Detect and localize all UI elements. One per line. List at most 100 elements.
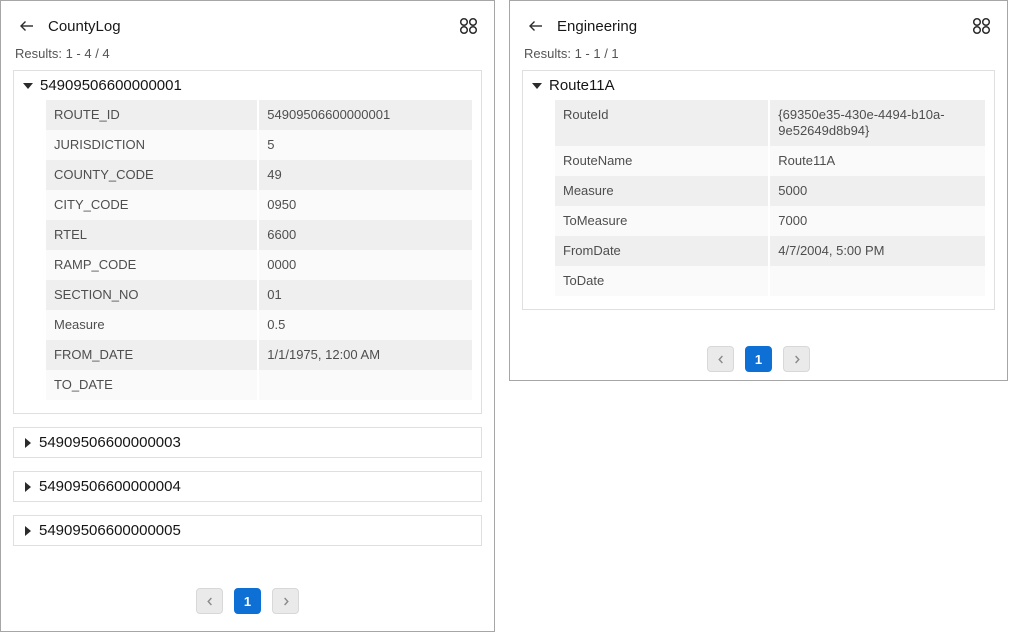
grid-dots-icon xyxy=(459,17,478,35)
panel-header: CountyLog xyxy=(1,1,494,35)
table-row: ToDate xyxy=(555,266,985,296)
feature-card-header[interactable]: 54909506600000003 xyxy=(14,428,481,457)
back-button[interactable] xyxy=(18,18,35,34)
arrow-left-icon xyxy=(527,18,544,34)
field-label: JURISDICTION xyxy=(46,130,257,160)
grid-dots-icon-button[interactable] xyxy=(459,17,478,35)
feature-card-header[interactable]: 54909506600000004 xyxy=(14,472,481,501)
field-label: SECTION_NO xyxy=(46,280,257,310)
field-value: {69350e35-430e-4494-b10a-9e52649d8b94} xyxy=(768,100,985,146)
feature-info-panel-engineering: Engineering Results: 1 - 1 / 1 Route11A … xyxy=(509,0,1008,381)
feature-card-header[interactable]: Route11A xyxy=(523,71,994,100)
field-value: 6600 xyxy=(257,220,472,250)
field-value: 0950 xyxy=(257,190,472,220)
field-label: ROUTE_ID xyxy=(46,100,257,130)
page-title: CountyLog xyxy=(48,18,121,35)
feature-card-expanded: Route11A RouteId{69350e35-430e-4494-b10a… xyxy=(522,70,995,310)
feature-card-collapsed: 54909506600000005 xyxy=(13,515,482,546)
table-row: COUNTY_CODE49 xyxy=(46,160,472,190)
field-label: RTEL xyxy=(46,220,257,250)
panel-header: Engineering xyxy=(510,1,1007,35)
chevron-right-icon xyxy=(281,596,291,607)
caret-right-icon xyxy=(25,438,31,448)
field-value: Route11A xyxy=(768,146,985,176)
table-row: Measure0.5 xyxy=(46,310,472,340)
table-row: RouteId{69350e35-430e-4494-b10a-9e52649d… xyxy=(555,100,985,146)
feature-card-collapsed: 54909506600000004 xyxy=(13,471,482,502)
field-label: FROM_DATE xyxy=(46,340,257,370)
attribute-table: ROUTE_ID54909506600000001 JURISDICTION5 … xyxy=(46,100,472,400)
feature-id: 54909506600000001 xyxy=(40,77,182,94)
table-row: ToMeasure7000 xyxy=(555,206,985,236)
chevron-right-icon xyxy=(792,354,802,365)
table-row: FROM_DATE1/1/1975, 12:00 AM xyxy=(46,340,472,370)
next-page-button[interactable] xyxy=(783,346,810,372)
table-row: FromDate4/7/2004, 5:00 PM xyxy=(555,236,985,266)
table-row: JURISDICTION5 xyxy=(46,130,472,160)
pagination: 1 xyxy=(1,588,494,614)
field-value: 0.5 xyxy=(257,310,472,340)
feature-id: 54909506600000003 xyxy=(39,434,181,451)
back-button[interactable] xyxy=(527,18,544,34)
feature-card-header[interactable]: 54909506600000005 xyxy=(14,516,481,545)
arrow-left-icon xyxy=(18,18,35,34)
field-value: 4/7/2004, 5:00 PM xyxy=(768,236,985,266)
feature-card-header[interactable]: 54909506600000001 xyxy=(14,71,481,100)
table-row: CITY_CODE0950 xyxy=(46,190,472,220)
field-value xyxy=(257,370,472,400)
field-label: RouteName xyxy=(555,146,768,176)
field-label: CITY_CODE xyxy=(46,190,257,220)
grid-dots-icon-button[interactable] xyxy=(972,17,991,35)
previous-page-button[interactable] xyxy=(196,588,223,614)
feature-list: 54909506600000001 ROUTE_ID54909506600000… xyxy=(1,70,494,546)
chevron-left-icon xyxy=(716,354,726,365)
field-label: RAMP_CODE xyxy=(46,250,257,280)
grid-dots-icon xyxy=(972,17,991,35)
feature-id: 54909506600000005 xyxy=(39,522,181,539)
chevron-left-icon xyxy=(205,596,215,607)
field-label: ToDate xyxy=(555,266,768,296)
table-row: TO_DATE xyxy=(46,370,472,400)
table-row: RouteNameRoute11A xyxy=(555,146,985,176)
feature-id: Route11A xyxy=(549,77,615,94)
results-count: Results: 1 - 1 / 1 xyxy=(524,46,991,61)
field-label: RouteId xyxy=(555,100,768,146)
caret-down-icon xyxy=(532,83,542,89)
feature-card-collapsed: 54909506600000003 xyxy=(13,427,482,458)
table-row: RTEL6600 xyxy=(46,220,472,250)
field-value: 7000 xyxy=(768,206,985,236)
current-page-button[interactable]: 1 xyxy=(745,346,772,372)
feature-list: Route11A RouteId{69350e35-430e-4494-b10a… xyxy=(510,70,1007,310)
pagination: 1 xyxy=(510,346,1007,372)
results-count: Results: 1 - 4 / 4 xyxy=(15,46,478,61)
field-label: COUNTY_CODE xyxy=(46,160,257,190)
field-value: 5000 xyxy=(768,176,985,206)
field-label: FromDate xyxy=(555,236,768,266)
field-value xyxy=(768,266,985,296)
table-row: ROUTE_ID54909506600000001 xyxy=(46,100,472,130)
table-row: SECTION_NO01 xyxy=(46,280,472,310)
feature-info-panel-countylog: CountyLog Results: 1 - 4 / 4 54909506600… xyxy=(0,0,495,632)
feature-card-expanded: 54909506600000001 ROUTE_ID54909506600000… xyxy=(13,70,482,414)
field-value: 0000 xyxy=(257,250,472,280)
attribute-table: RouteId{69350e35-430e-4494-b10a-9e52649d… xyxy=(555,100,985,296)
field-label: ToMeasure xyxy=(555,206,768,236)
field-value: 01 xyxy=(257,280,472,310)
caret-right-icon xyxy=(25,482,31,492)
table-row: RAMP_CODE0000 xyxy=(46,250,472,280)
field-label: Measure xyxy=(555,176,768,206)
feature-id: 54909506600000004 xyxy=(39,478,181,495)
current-page-button[interactable]: 1 xyxy=(234,588,261,614)
caret-down-icon xyxy=(23,83,33,89)
previous-page-button[interactable] xyxy=(707,346,734,372)
page-title: Engineering xyxy=(557,18,637,35)
field-value: 1/1/1975, 12:00 AM xyxy=(257,340,472,370)
field-label: TO_DATE xyxy=(46,370,257,400)
next-page-button[interactable] xyxy=(272,588,299,614)
field-value: 54909506600000001 xyxy=(257,100,472,130)
field-label: Measure xyxy=(46,310,257,340)
table-row: Measure5000 xyxy=(555,176,985,206)
field-value: 49 xyxy=(257,160,472,190)
field-value: 5 xyxy=(257,130,472,160)
caret-right-icon xyxy=(25,526,31,536)
